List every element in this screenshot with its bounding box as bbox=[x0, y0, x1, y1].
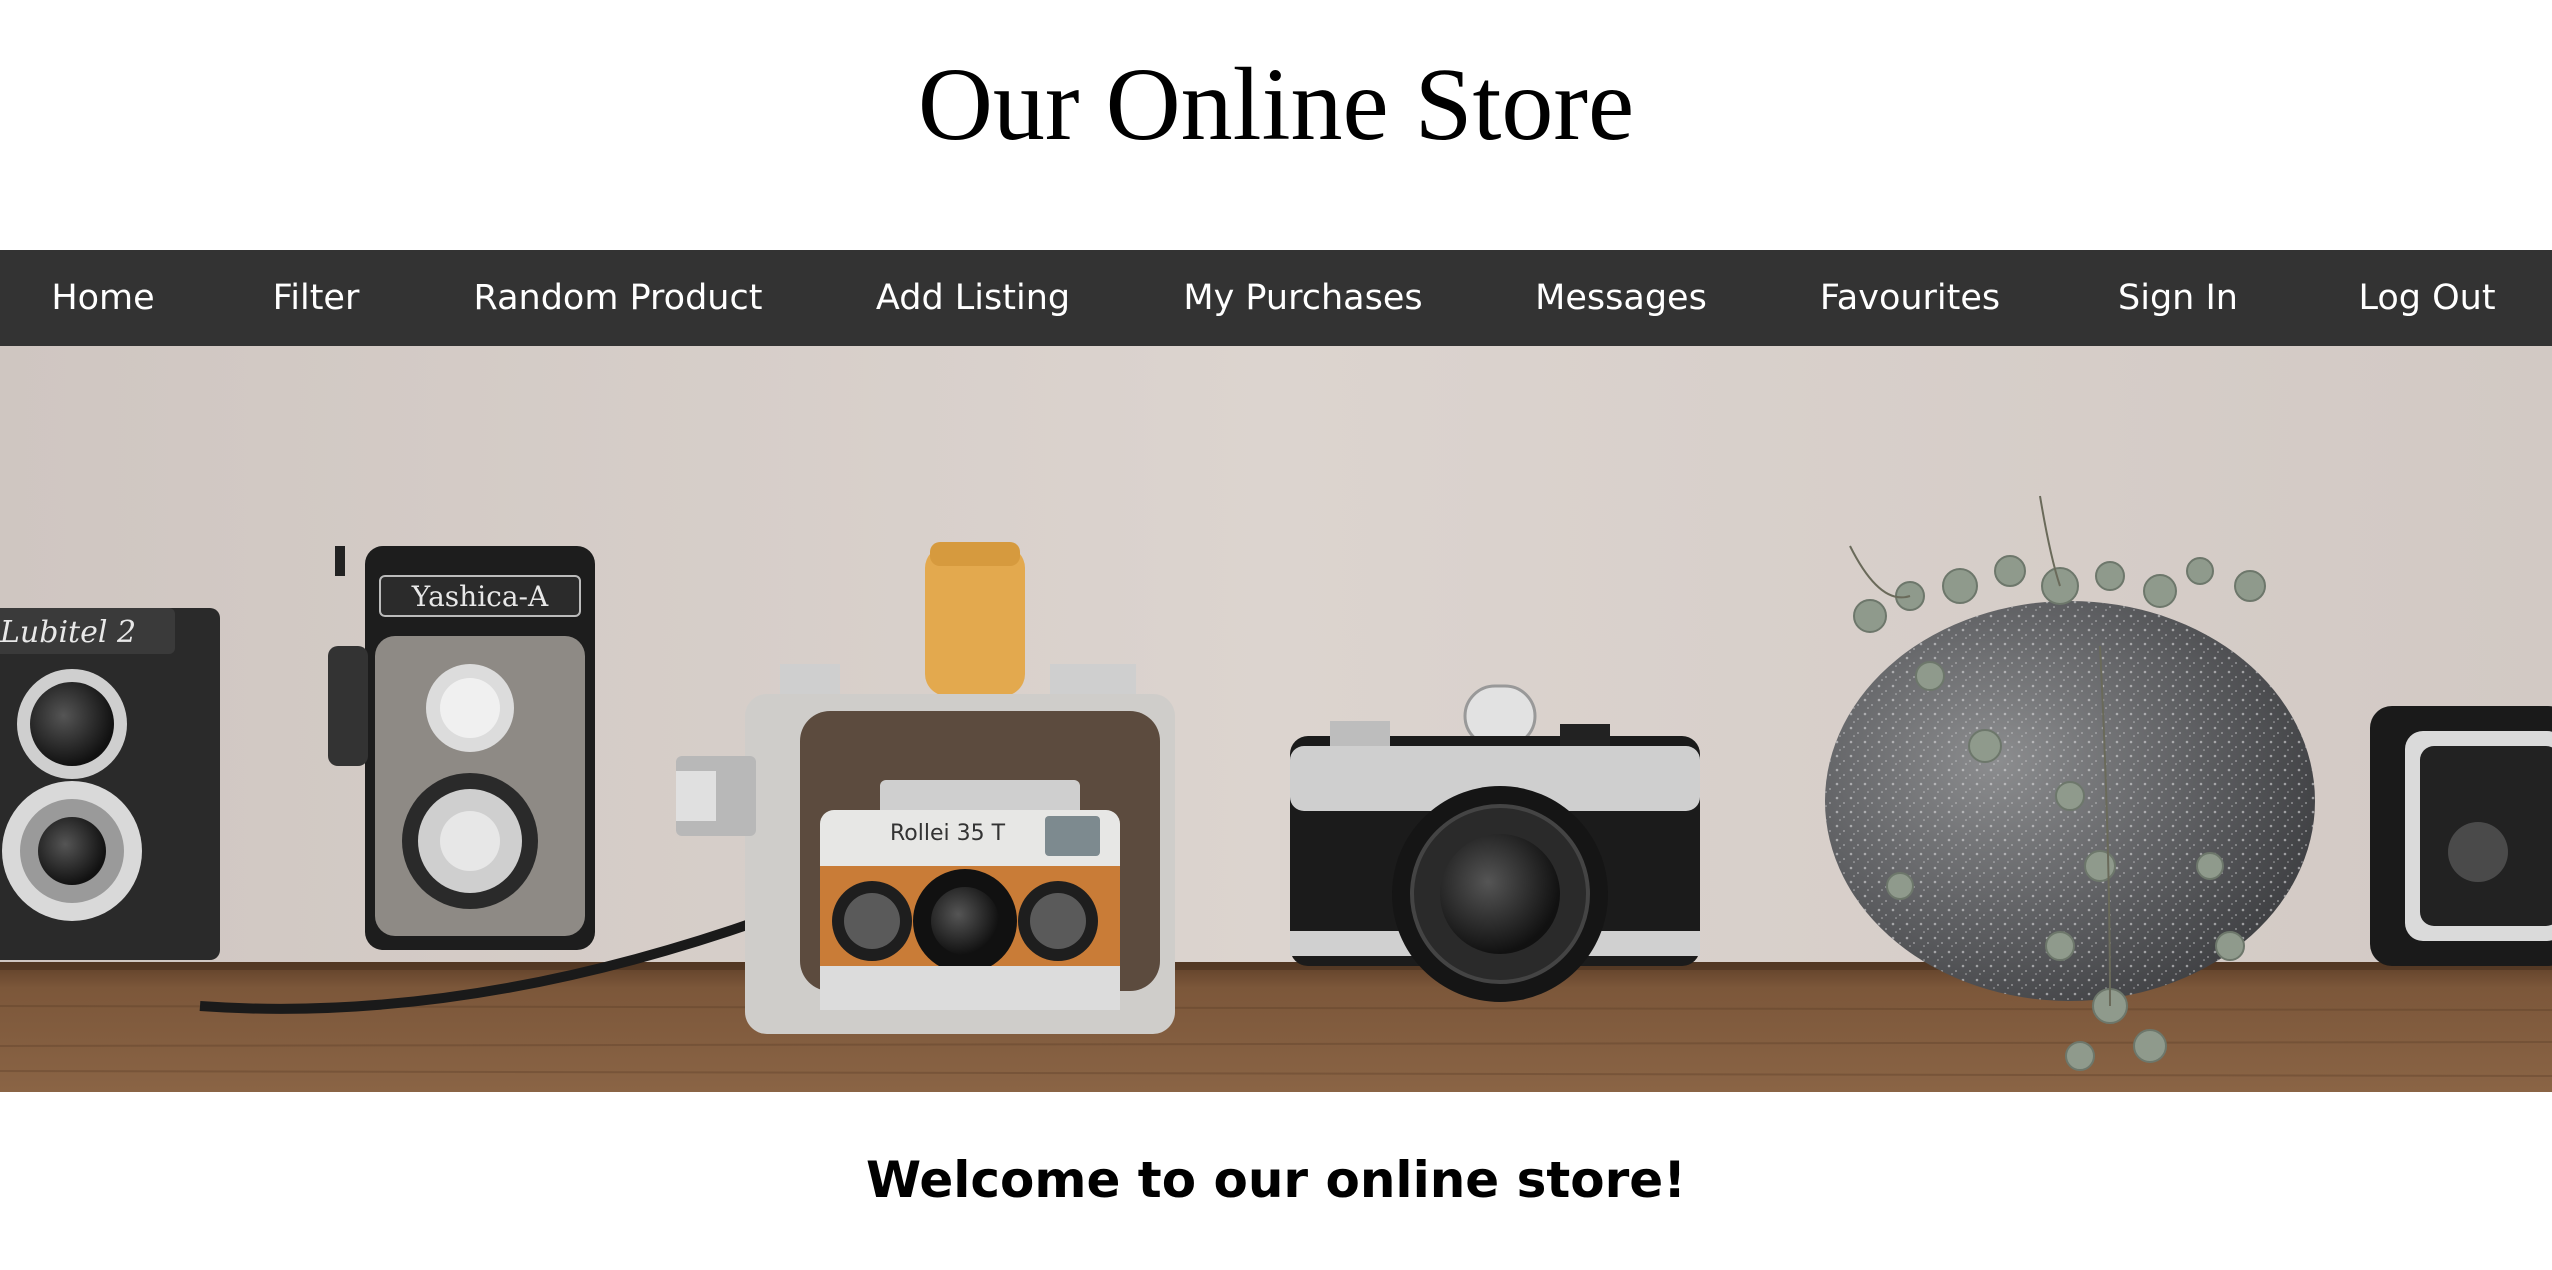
lubitel-label: Lubitel 2 bbox=[0, 615, 136, 650]
nav-log-out[interactable]: Log Out bbox=[2358, 250, 2495, 346]
lubitel-camera: Lubitel 2 bbox=[0, 608, 220, 960]
yashica-label: Yashica-A bbox=[411, 580, 549, 613]
nav-messages[interactable]: Messages bbox=[1535, 250, 1707, 346]
vintage-cameras-shelf-photo: Lubitel 2 Yashica-A Rollei 35 T bbox=[0, 346, 2552, 1092]
site-title: Our Online Store bbox=[917, 47, 1635, 162]
nav-add-listing[interactable]: Add Listing bbox=[876, 250, 1070, 346]
rollei-label: Rollei 35 T bbox=[890, 821, 1006, 846]
nav-filter[interactable]: Filter bbox=[273, 250, 360, 346]
rollei-camera: Rollei 35 T bbox=[820, 780, 1120, 1010]
welcome-heading: Welcome to our online store! bbox=[865, 1151, 1687, 1209]
nav-favourites[interactable]: Favourites bbox=[1820, 250, 2000, 346]
main-navbar: Home Filter Random Product Add Listing M… bbox=[0, 250, 2552, 346]
nav-sign-in[interactable]: Sign In bbox=[2118, 250, 2238, 346]
partial-camera-right bbox=[2370, 706, 2552, 966]
hero-banner-image: Lubitel 2 Yashica-A Rollei 35 T bbox=[0, 346, 2552, 1092]
nav-home[interactable]: Home bbox=[51, 250, 154, 346]
nav-random-product[interactable]: Random Product bbox=[474, 250, 763, 346]
nav-my-purchases[interactable]: My Purchases bbox=[1183, 250, 1422, 346]
